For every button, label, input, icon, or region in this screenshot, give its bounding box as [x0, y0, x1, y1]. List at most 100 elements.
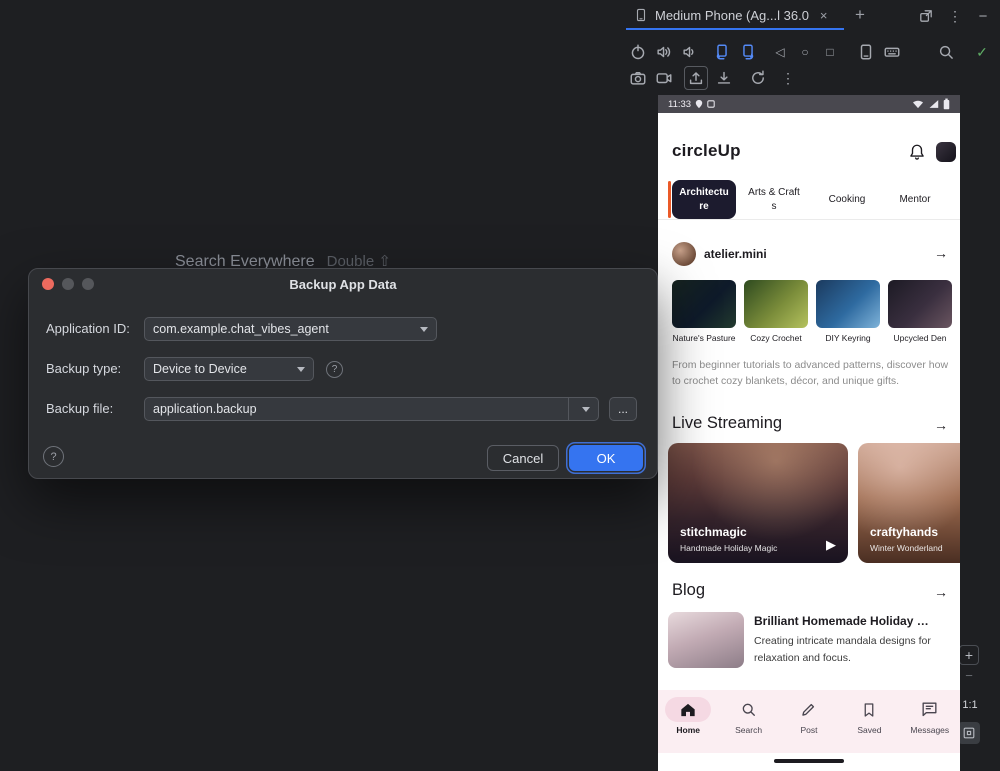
stream-card-craftyhands[interactable]: craftyhands Winter Wonderland: [858, 443, 960, 563]
profile-arrow-icon[interactable]: →: [934, 245, 948, 261]
blog-post-title[interactable]: Brilliant Homemade Holiday …: [754, 614, 954, 628]
blog-arrow-icon[interactable]: →: [934, 584, 948, 600]
live-streaming-title: Live Streaming: [672, 414, 782, 433]
backup-file-dropdown[interactable]: [568, 398, 590, 420]
blog-post-thumbnail[interactable]: [668, 612, 744, 668]
backup-upload-icon: [687, 69, 705, 87]
ok-button[interactable]: OK: [569, 445, 643, 471]
tab-cooking[interactable]: Cooking: [812, 180, 882, 219]
notifications-button[interactable]: [908, 143, 926, 166]
home-indicator[interactable]: [774, 759, 844, 763]
panel-options-button[interactable]: ⋮: [945, 6, 965, 26]
nav-item-saved[interactable]: Saved: [839, 697, 899, 753]
cancel-button[interactable]: Cancel: [487, 445, 559, 471]
card-label: DIY Keyring: [816, 333, 880, 343]
zoom-level-label: 1:1: [957, 699, 983, 711]
card-image-diy-keyring[interactable]: [816, 280, 880, 328]
nav-item-home[interactable]: Home: [658, 697, 718, 753]
stream-subtitle: Handmade Holiday Magic: [680, 543, 777, 553]
dialog-help-button[interactable]: ?: [43, 446, 64, 467]
rotate-right-button[interactable]: [738, 42, 758, 62]
status-time: 11:33: [668, 99, 691, 110]
android-overview-button[interactable]: □: [820, 42, 840, 62]
device-ui-shortcuts-button[interactable]: [856, 42, 876, 62]
application-id-value: com.example.chat_vibes_agent: [153, 322, 414, 336]
running-device-tab[interactable]: Medium Phone (Ag...l 36.0 ×: [626, 0, 844, 30]
backup-app-data-dialog: Backup App Data Application ID: com.exam…: [28, 268, 658, 479]
live-streaming-arrow-icon[interactable]: →: [934, 417, 948, 433]
chevron-down-icon: [297, 367, 305, 372]
stream-name: craftyhands: [870, 525, 938, 539]
card-label: Nature's Pasture: [672, 333, 736, 343]
browse-file-button[interactable]: ...: [609, 397, 637, 421]
application-id-select[interactable]: com.example.chat_vibes_agent: [144, 317, 437, 341]
nav-item-search[interactable]: Search: [718, 697, 778, 753]
status-bar: 11:33: [658, 95, 960, 113]
backup-file-input[interactable]: application.backup: [144, 397, 599, 421]
stream-name: stitchmagic: [680, 525, 747, 539]
search-icon: [739, 700, 758, 719]
open-in-new-window-button[interactable]: [916, 6, 936, 26]
restore-app-data-button[interactable]: [714, 68, 734, 88]
nav-label: Search: [735, 725, 762, 735]
video-camera-icon: [655, 69, 673, 87]
card-image-upcycled-den[interactable]: [888, 280, 952, 328]
play-icon[interactable]: ▶: [826, 537, 836, 553]
screenshot-button[interactable]: [628, 68, 648, 88]
nav-item-post[interactable]: Post: [779, 697, 839, 753]
more-options-button[interactable]: ⋮: [778, 68, 798, 88]
tab-mentor[interactable]: Mentor: [882, 180, 948, 219]
nav-label: Home: [676, 725, 700, 735]
backup-file-value: application.backup: [153, 402, 562, 416]
battery-icon: [943, 98, 950, 110]
device-tab-title: Medium Phone (Ag...l 36.0: [655, 8, 809, 23]
backup-type-help-button[interactable]: ?: [326, 361, 343, 378]
stream-card-stitchmagic[interactable]: stitchmagic Handmade Holiday Magic ▶: [668, 443, 848, 563]
power-button[interactable]: [628, 42, 648, 62]
wifi-icon: [912, 99, 924, 109]
android-home-button[interactable]: ○: [795, 42, 815, 62]
nav-label: Saved: [857, 725, 881, 735]
cast-icon: [707, 100, 715, 108]
close-tab-icon[interactable]: ×: [820, 8, 828, 23]
volume-up-button[interactable]: [654, 42, 674, 62]
add-device-tab-button[interactable]: +: [849, 4, 871, 26]
category-description: From beginner tutorials to advanced patt…: [672, 358, 954, 390]
backup-app-data-button[interactable]: [684, 66, 708, 90]
signal-icon: [928, 99, 939, 109]
volume-up-icon: [655, 43, 673, 61]
android-back-button[interactable]: ◁: [770, 42, 790, 62]
zoom-in-button[interactable]: +: [959, 645, 979, 665]
location-pin-icon: [695, 99, 703, 109]
nav-item-messages[interactable]: Messages: [900, 697, 960, 753]
hardware-input-button[interactable]: [882, 42, 902, 62]
app-title: circleUp: [672, 141, 741, 161]
card-image-cozy-crochet[interactable]: [744, 280, 808, 328]
hardware-input-icon: [883, 43, 901, 61]
card-image-natures-pasture[interactable]: [672, 280, 736, 328]
volume-down-button[interactable]: [680, 42, 700, 62]
backup-type-select[interactable]: Device to Device: [144, 357, 314, 381]
screen-record-button[interactable]: [654, 68, 674, 88]
phone-device-icon: [634, 6, 648, 24]
fit-to-screen-button[interactable]: [958, 722, 980, 744]
profile-avatar[interactable]: [672, 242, 696, 266]
tab-arts-crafts[interactable]: Arts & Crafts: [746, 180, 802, 219]
hide-panel-button[interactable]: −: [973, 6, 993, 26]
backup-file-label: Backup file:: [46, 401, 113, 416]
bell-icon: [908, 143, 926, 161]
reset-button[interactable]: [748, 68, 768, 88]
backup-type-value: Device to Device: [153, 362, 291, 376]
zoom-tool-button[interactable]: [936, 42, 956, 62]
bookmark-icon: [860, 701, 878, 719]
rotate-left-button[interactable]: [712, 42, 732, 62]
nav-label: Post: [800, 725, 817, 735]
chevron-down-icon: [582, 407, 590, 412]
rotate-left-icon: [713, 43, 731, 61]
zoom-out-button[interactable]: −: [962, 668, 976, 683]
nav-active-pill: [665, 697, 711, 722]
blog-post-excerpt: Creating intricate mandala designs for r…: [754, 633, 946, 668]
tab-architecture[interactable]: Architecture: [672, 180, 736, 219]
rotate-right-icon: [739, 43, 757, 61]
user-avatar[interactable]: [936, 142, 956, 162]
